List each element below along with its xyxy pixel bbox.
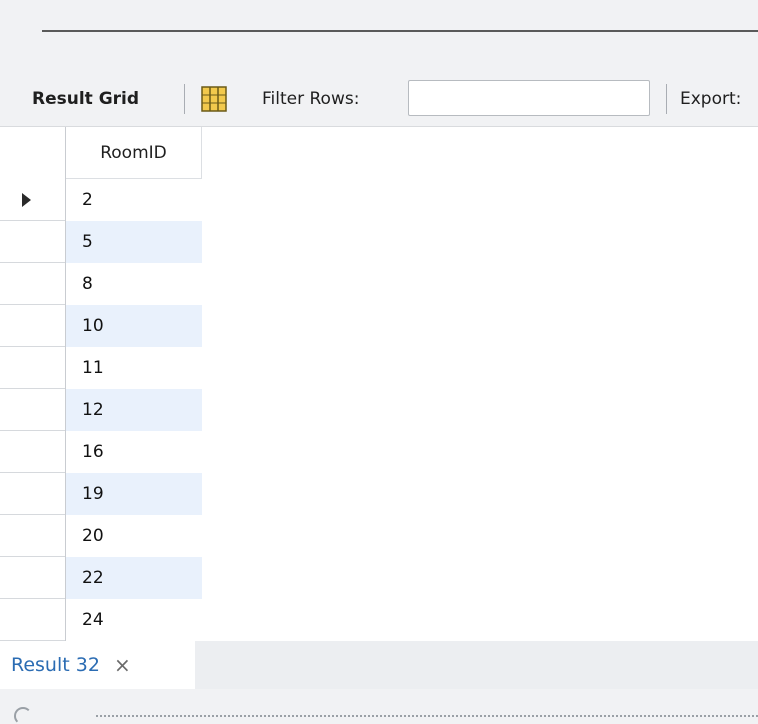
row-selector[interactable] — [0, 389, 65, 431]
table-row[interactable]: 11 — [0, 347, 202, 389]
row-selector[interactable] — [0, 221, 65, 263]
table-row[interactable]: 2 — [0, 179, 202, 221]
output-panel-header — [0, 689, 758, 724]
roomid-cell[interactable]: 10 — [66, 305, 202, 347]
roomid-cell[interactable]: 2 — [66, 179, 202, 221]
row-selector[interactable] — [0, 599, 65, 641]
row-selector[interactable] — [0, 431, 65, 473]
table-row[interactable]: 16 — [0, 431, 202, 473]
query-editor-area — [0, 0, 758, 72]
result-grid: RoomID 2 5 8 10 11 12 16 19 20 22 24 — [0, 127, 758, 641]
filter-rows-label: Filter Rows: — [262, 89, 360, 109]
roomid-cell[interactable]: 11 — [66, 347, 202, 389]
roomid-cell[interactable]: 8 — [66, 263, 202, 305]
row-selector[interactable] — [0, 347, 65, 389]
column-header-roomid[interactable]: RoomID — [66, 127, 202, 179]
current-row-arrow-icon — [22, 193, 31, 207]
result-tab-label: Result 32 — [11, 654, 100, 676]
toolbar-separator — [666, 84, 667, 114]
table-row[interactable]: 19 — [0, 473, 202, 515]
roomid-cell[interactable]: 24 — [66, 599, 202, 641]
result-toolbar: Result Grid Filter Rows: Export: — [0, 72, 758, 127]
table-row[interactable]: 12 — [0, 389, 202, 431]
row-selector[interactable] — [0, 557, 65, 599]
roomid-cell[interactable]: 22 — [66, 557, 202, 599]
editor-divider — [42, 30, 758, 32]
result-tab[interactable]: Result 32 × — [0, 641, 195, 689]
row-selector[interactable] — [0, 179, 65, 221]
row-selector[interactable] — [0, 515, 65, 557]
roomid-cell[interactable]: 5 — [66, 221, 202, 263]
table-row[interactable]: 5 — [0, 221, 202, 263]
table-row[interactable]: 24 — [0, 599, 202, 641]
table-row[interactable]: 20 — [0, 515, 202, 557]
mysql-workbench-result-panel: Result Grid Filter Rows: Export: RoomID … — [0, 0, 758, 724]
roomid-cell[interactable]: 19 — [66, 473, 202, 515]
row-selector[interactable] — [0, 305, 65, 347]
table-row[interactable]: 8 — [0, 263, 202, 305]
toolbar-separator — [184, 84, 185, 114]
output-divider — [96, 715, 758, 717]
roomid-cell[interactable]: 12 — [66, 389, 202, 431]
row-selector[interactable] — [0, 473, 65, 515]
table-row[interactable]: 10 — [0, 305, 202, 347]
output-icon — [14, 707, 32, 724]
roomid-cell[interactable]: 16 — [66, 431, 202, 473]
result-tab-strip: Result 32 × — [0, 641, 758, 689]
close-icon[interactable]: × — [114, 655, 131, 675]
roomid-cell[interactable]: 20 — [66, 515, 202, 557]
result-grid-button[interactable]: Result Grid — [32, 89, 139, 109]
column-grid-icon[interactable] — [199, 84, 229, 114]
export-button[interactable]: Export: — [680, 89, 741, 109]
table-row[interactable]: 22 — [0, 557, 202, 599]
filter-rows-input[interactable] — [408, 80, 650, 116]
row-selector[interactable] — [0, 263, 65, 305]
